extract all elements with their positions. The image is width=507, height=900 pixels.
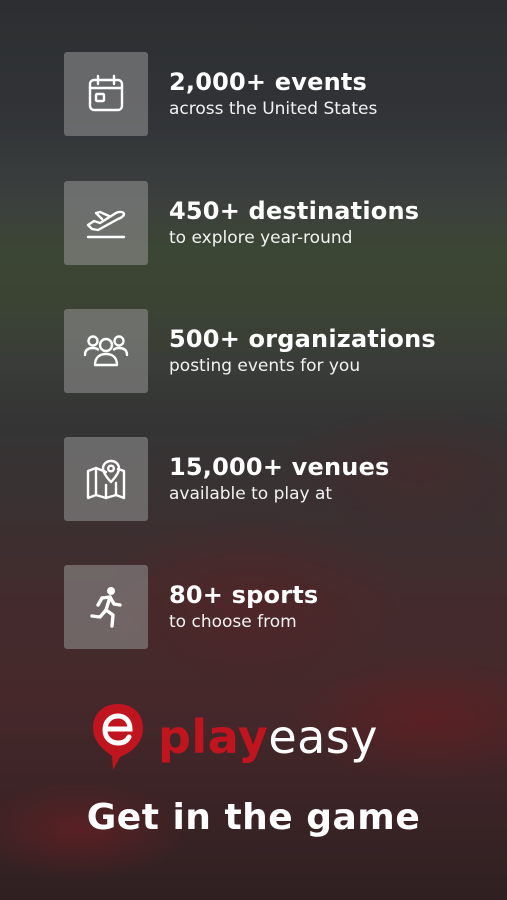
- feature-sports: 80+ sports to choose from: [64, 565, 318, 649]
- feature-events: 2,000+ events across the United States: [64, 52, 377, 136]
- feature-subtitle: posting events for you: [169, 356, 361, 376]
- tagline: Get in the game: [86, 797, 421, 838]
- feature-subtitle: across the United States: [169, 99, 378, 119]
- logo-play-text: play: [158, 710, 269, 764]
- feature-organizations: 500+ organizations posting events for yo…: [64, 309, 436, 393]
- logo-easy-text: easy: [268, 710, 378, 764]
- feature-text: 15,000+ venues available to play at: [169, 453, 390, 505]
- feature-text: 450+ destinations to explore year-round: [169, 197, 419, 249]
- feature-subtitle: to explore year-round: [169, 228, 353, 248]
- feature-title: 80+ sports: [169, 581, 319, 609]
- feature-subtitle: available to play at: [169, 484, 333, 504]
- feature-title: 450+ destinations: [169, 197, 420, 225]
- feature-subtitle: to choose from: [169, 612, 297, 632]
- feature-text: 2,000+ events across the United States: [169, 68, 377, 120]
- logo-wordmark: playeasy: [158, 709, 378, 765]
- feature-text: 80+ sports to choose from: [169, 581, 318, 633]
- feature-destinations: 450+ destinations to explore year-round: [64, 181, 419, 265]
- people-icon: [64, 309, 148, 393]
- calendar-icon: [64, 52, 148, 136]
- feature-text: 500+ organizations posting events for yo…: [169, 325, 436, 377]
- playeasy-logo: playeasy: [90, 702, 420, 772]
- running-icon: [64, 565, 148, 649]
- airplane-icon: [64, 181, 148, 265]
- map-icon: [64, 437, 148, 521]
- location-pin-logo-icon: [93, 704, 143, 770]
- feature-title: 2,000+ events: [169, 68, 368, 96]
- feature-venues: 15,000+ venues available to play at: [64, 437, 390, 521]
- feature-title: 15,000+ venues: [169, 453, 390, 481]
- feature-title: 500+ organizations: [169, 325, 436, 353]
